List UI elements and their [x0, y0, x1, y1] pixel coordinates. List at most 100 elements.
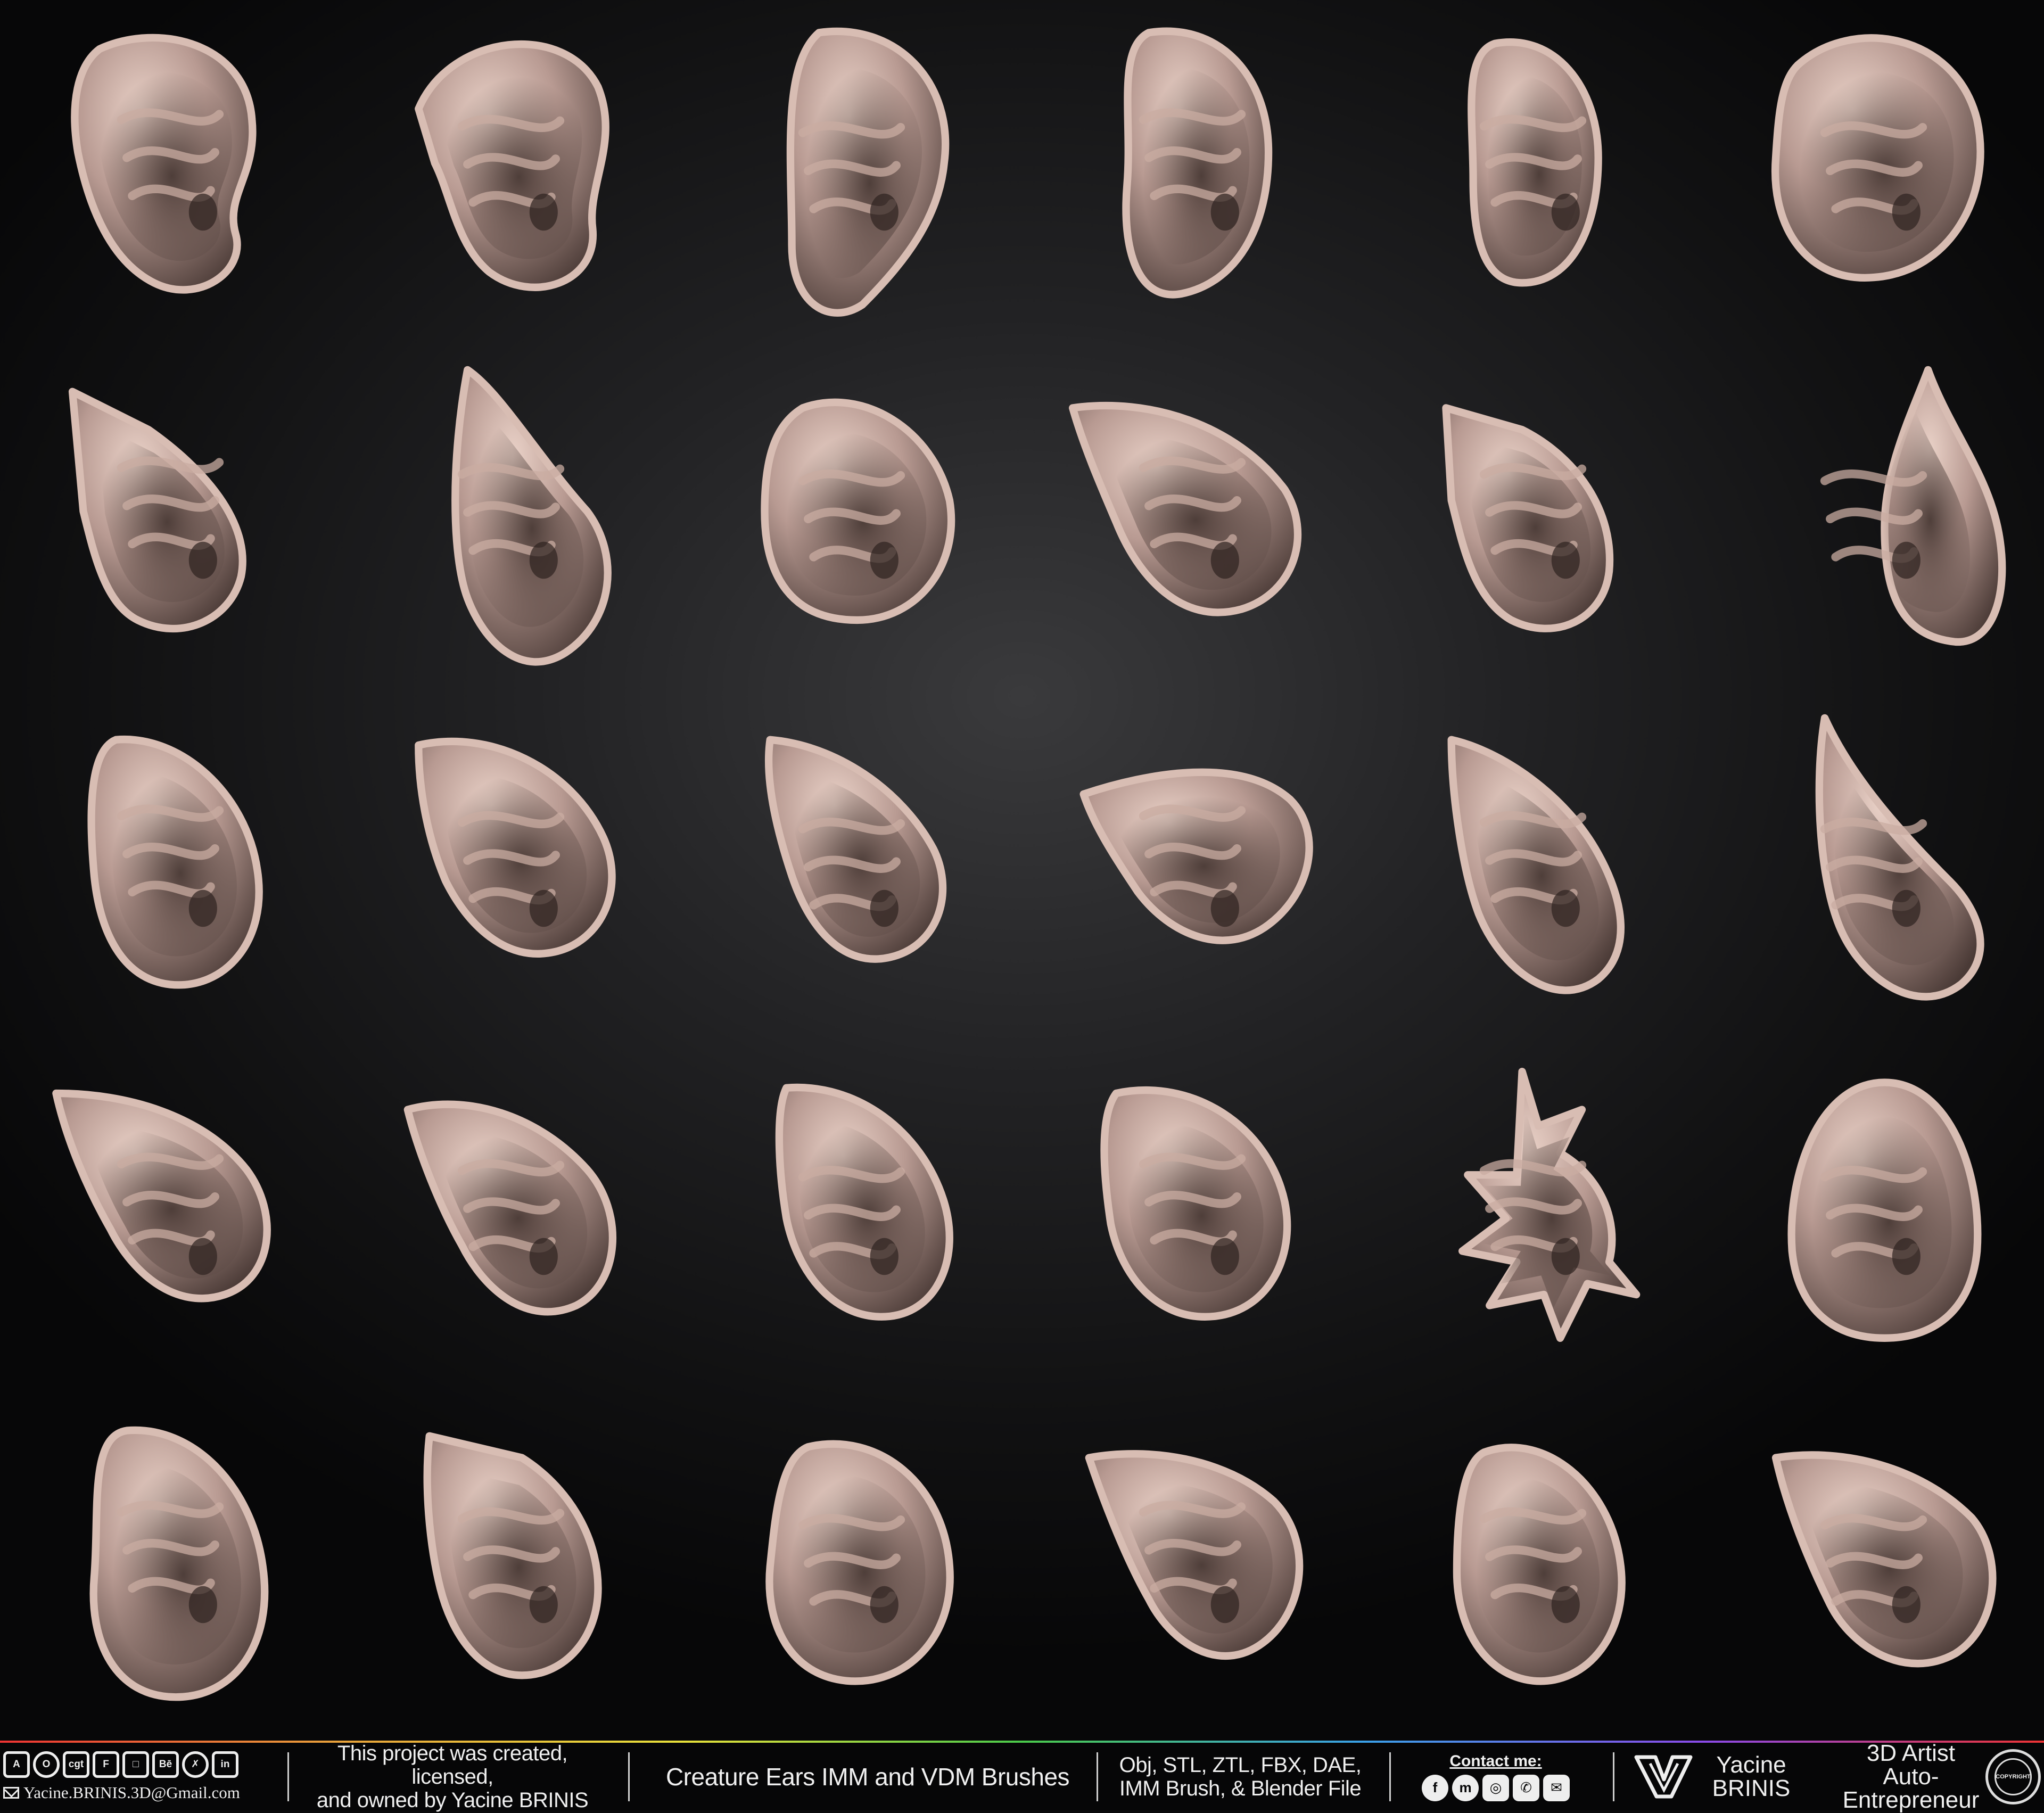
footer-divider: [1097, 1752, 1098, 1801]
ear-sculpt-shape: [68, 388, 246, 632]
social-logo-icon[interactable]: Bē: [152, 1751, 179, 1778]
instagram-icon[interactable]: ◎: [1482, 1774, 1509, 1801]
email-icon[interactable]: ✉: [1543, 1774, 1570, 1801]
ear-sculpt: [1022, 0, 1363, 348]
ear-sculpt: [341, 696, 681, 1044]
ear-sculpt: [341, 1044, 681, 1392]
ear-sculpt: [341, 0, 681, 348]
ear-sculpt: [681, 1392, 1022, 1741]
ear-sculpt: [0, 0, 341, 348]
ear-sculpt: [1363, 696, 1703, 1044]
ear-sculpt-shape: [1100, 1086, 1291, 1321]
ear-sculpt: [1363, 1044, 1703, 1392]
ear-sculpt-shape: [1453, 1444, 1626, 1685]
ear-sculpt-shape: [52, 1089, 271, 1303]
social-logo-icon[interactable]: □: [122, 1751, 149, 1778]
footer-divider: [287, 1752, 289, 1801]
ear-sculpt: [1363, 1392, 1703, 1741]
email-row[interactable]: Yacine.BRINIS.3D@Gmail.com: [3, 1783, 269, 1802]
brand-logo: [1629, 1743, 1698, 1810]
messenger-icon[interactable]: m: [1452, 1774, 1479, 1801]
ear-sculpt-shape: [71, 34, 257, 294]
ear-sculpt: [1022, 696, 1363, 1044]
ear-sculpt-shape: [423, 1432, 602, 1679]
author-title: 3D Artist Auto-Entrepreneur: [1826, 1740, 1996, 1813]
ear-sculpt-shape: [775, 1083, 953, 1321]
social-logo-icon[interactable]: O: [33, 1751, 60, 1778]
ear-sculpt-shape: [786, 27, 950, 317]
mail-icon: [3, 1786, 19, 1799]
ear-sculpt-shape: [764, 736, 947, 963]
project-title: Creature Ears IMM and VDM Brushes: [660, 1743, 1075, 1810]
ear-sculpt-shape: [89, 1426, 269, 1701]
ear-sculpt-shape: [1815, 714, 1984, 1001]
formats-line-2: IMM Brush, & Blender File: [1119, 1776, 1362, 1800]
ear-sculpt: [0, 1392, 341, 1741]
copyright-seal: COPYRIGHT: [1984, 1743, 2042, 1810]
ear-sculpt-shape: [1122, 27, 1273, 299]
ear-sculpt: [1022, 1044, 1363, 1392]
ear-sculpt: [681, 0, 1022, 348]
credit-line-2: and owned by Yacine BRINIS: [316, 1788, 589, 1812]
social-logo-icon[interactable]: ✗: [182, 1751, 209, 1778]
ear-sculpt-shape: [1069, 401, 1302, 616]
social-logo-icon[interactable]: cgt: [63, 1751, 89, 1778]
footer-divider: [1389, 1752, 1391, 1801]
credit-text: This project was created, licensed, and …: [303, 1741, 601, 1812]
ear-sculpt-shape: [765, 1440, 954, 1685]
footer-bar: A Ocgt F □ Bē ✗ in Yacine.BRINIS.3D@Gmail.com …: [0, 1740, 2044, 1813]
ear-sculpt-shape: [1787, 1078, 1982, 1342]
ear-sculpt: [1703, 348, 2044, 696]
social-logo-icon[interactable]: A: [3, 1751, 30, 1778]
ear-sculpt-shape: [1079, 768, 1313, 944]
ear-sculpt: [1363, 348, 1703, 696]
seal-text: COPYRIGHT: [1994, 1758, 2032, 1795]
ear-sculpt-shape: [403, 1100, 616, 1316]
whatsapp-icon[interactable]: ✆: [1513, 1774, 1539, 1801]
author-role-2: Auto-Entrepreneur: [1842, 1763, 1980, 1813]
author-name: Yacine BRINIS: [1703, 1743, 1799, 1810]
ear-sculpt: [1022, 348, 1363, 696]
facebook-icon[interactable]: f: [1422, 1774, 1448, 1801]
social-logos: A Ocgt F □ Bē ✗ in Yacine.BRINIS.3D@Gmail.com: [3, 1743, 269, 1810]
ear-sculpt: [681, 348, 1022, 696]
ear-sculpt-shape: [1468, 38, 1602, 287]
ear-sculpt-shape: [1771, 34, 1984, 282]
footer-divider: [628, 1752, 630, 1801]
logo-row: A Ocgt F □ Bē ✗ in: [3, 1751, 269, 1778]
ear-sculpt: [0, 696, 341, 1044]
ear-sculpt: [1703, 0, 2044, 348]
formats-line-1: Obj, STL, ZTL, FBX, DAE,: [1119, 1753, 1362, 1777]
ear-sculpt-shape: [1820, 366, 2006, 646]
author-role-1: 3D Artist: [1866, 1740, 1956, 1766]
ear-sculpt-shape: [761, 398, 955, 624]
credit-line-1: This project was created, licensed,: [337, 1741, 568, 1789]
ear-sculpt: [341, 348, 681, 696]
ear-sculpt: [1022, 1392, 1363, 1741]
social-logo-icon[interactable]: F: [93, 1751, 119, 1778]
ear-sculpt-shape: [451, 366, 612, 666]
ear-sculpt: [1703, 1392, 2044, 1741]
footer-divider: [1613, 1752, 1614, 1801]
yb-logo-icon: [1634, 1755, 1693, 1798]
ear-sculpt-shape: [415, 40, 609, 291]
ear-sculpt-shape: [1085, 1450, 1304, 1660]
ear-sculpt-shape: [1447, 736, 1625, 994]
ear-sculpt-shape: [1771, 1451, 1997, 1668]
contact-icons: f m ◎ ✆ ✉: [1422, 1774, 1570, 1801]
file-formats: Obj, STL, ZTL, FBX, DAE, IMM Brush, & Bl…: [1112, 1743, 1368, 1810]
copyright-seal-icon: COPYRIGHT: [1985, 1749, 2041, 1804]
ear-sculpt: [681, 696, 1022, 1044]
ear-sculpt: [1703, 696, 2044, 1044]
ear-sculpt-shape: [1458, 1067, 1641, 1342]
ear-sculpt: [341, 1392, 681, 1741]
ear-sculpt: [681, 1044, 1022, 1392]
email-address[interactable]: Yacine.BRINIS.3D@Gmail.com: [23, 1783, 240, 1802]
ear-sculpt: [1363, 0, 1703, 348]
project-title-text: Creature Ears IMM and VDM Brushes: [665, 1762, 1070, 1791]
ear-sculpt-shape: [87, 735, 263, 989]
social-logo-icon[interactable]: in: [212, 1751, 238, 1778]
author-last-name: BRINIS: [1712, 1775, 1791, 1801]
author-first-name: Yacine: [1716, 1751, 1786, 1778]
ear-sculpt: [0, 348, 341, 696]
